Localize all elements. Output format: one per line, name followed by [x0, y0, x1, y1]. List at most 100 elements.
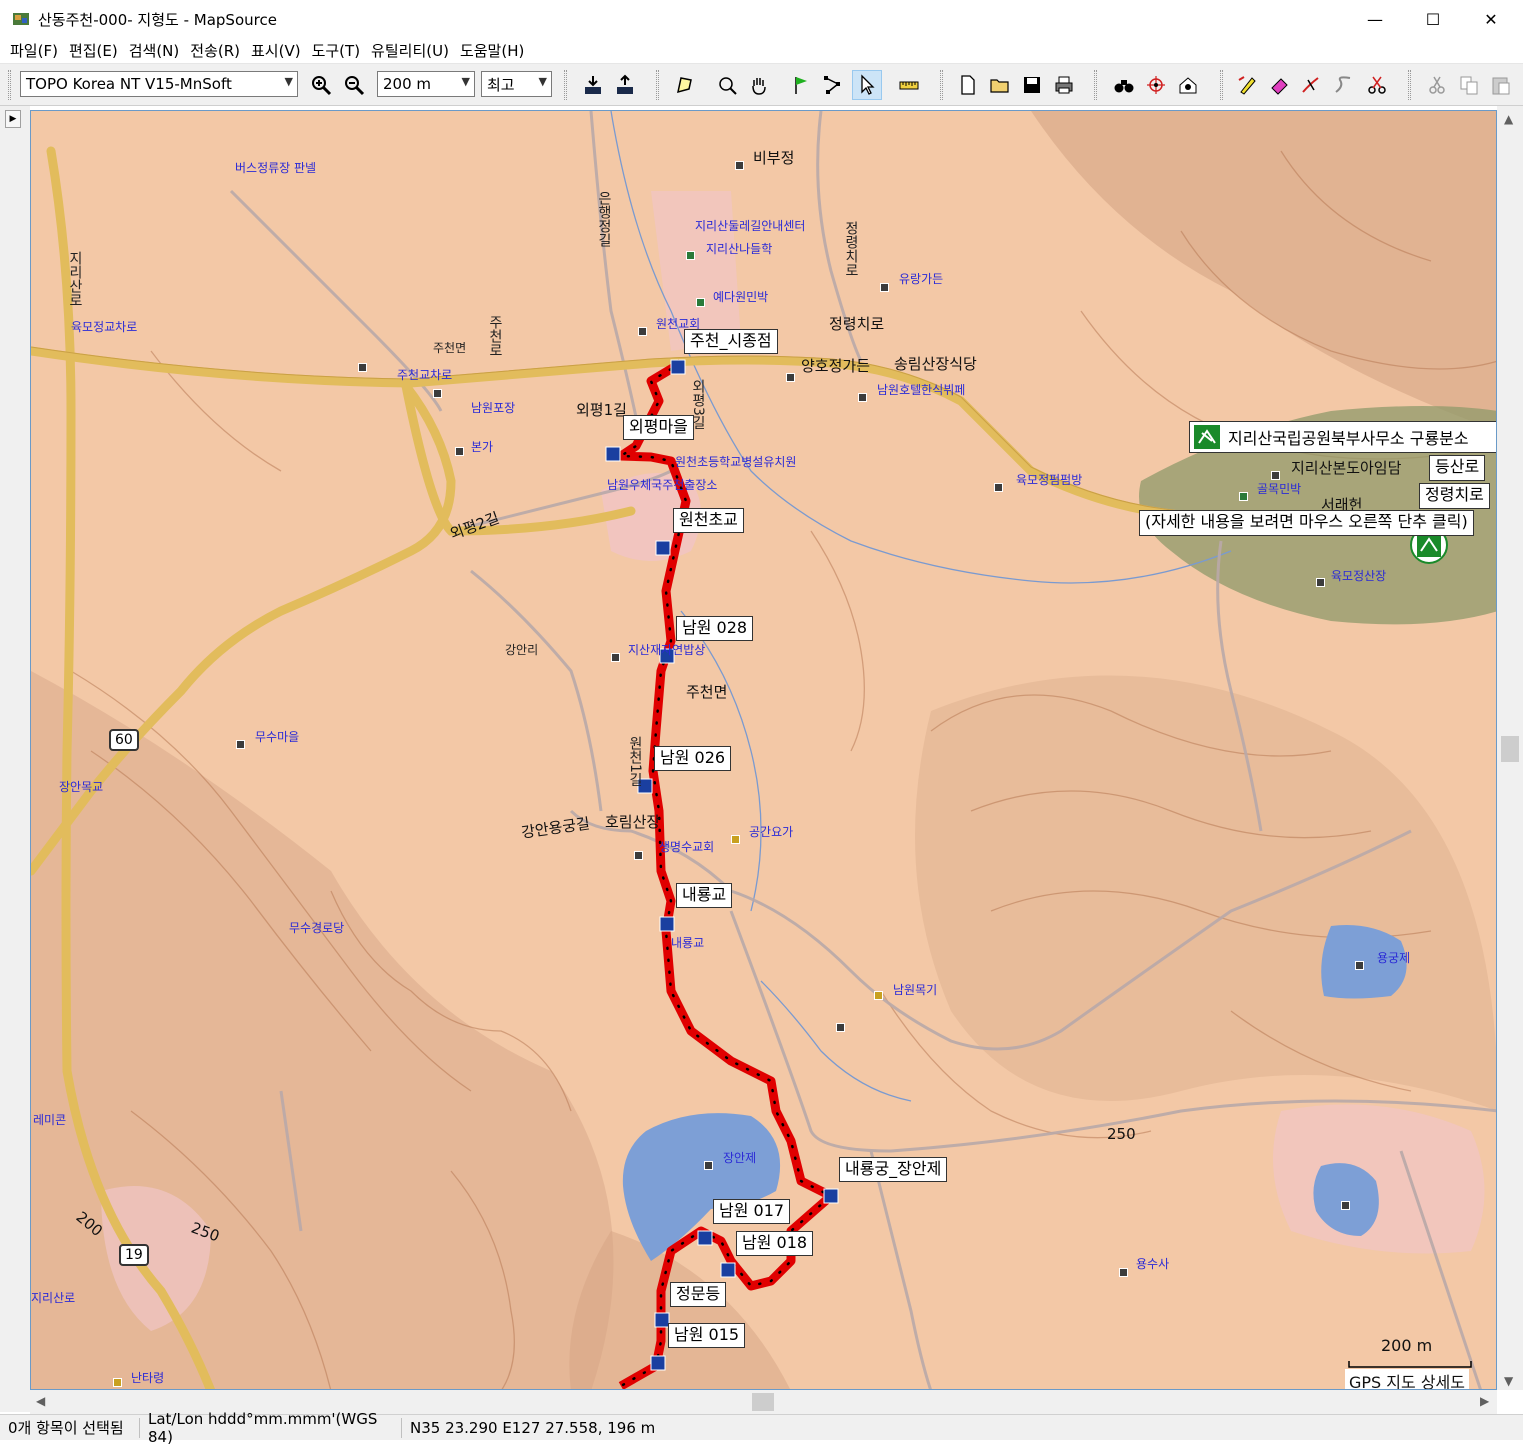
waypoint-tool-button[interactable] — [786, 70, 816, 100]
find-address-button[interactable] — [1173, 70, 1203, 100]
horizontal-scroll-thumb[interactable] — [752, 1393, 774, 1411]
road-label: 외평1길 — [576, 401, 627, 419]
menu-transfer[interactable]: 전송(R) — [188, 40, 249, 61]
toolbar-grip[interactable] — [940, 70, 943, 100]
selection-tool-button[interactable] — [852, 70, 882, 100]
waypoint-label[interactable]: 남원 015 — [668, 1323, 746, 1348]
waypoint-label[interactable]: 내룡궁_장안제 — [839, 1157, 948, 1182]
menu-tools[interactable]: 도구(T) — [310, 40, 369, 61]
toolbar-grip[interactable] — [1220, 70, 1223, 100]
poi-pin[interactable] — [686, 251, 695, 260]
close-button[interactable]: ✕ — [1462, 0, 1520, 38]
track-scissors-button[interactable] — [1362, 70, 1392, 100]
poi-pin[interactable] — [1119, 1268, 1128, 1277]
waypoint-label[interactable]: 남원 018 — [736, 1231, 814, 1256]
poi-pin[interactable] — [874, 991, 883, 1000]
poi-pin[interactable] — [1316, 578, 1325, 587]
zoom-in-button[interactable] — [306, 70, 336, 100]
waypoint-label[interactable]: 정문등 — [670, 1282, 727, 1307]
waypoint-label[interactable]: 내룡교 — [676, 883, 733, 908]
receive-from-device-button[interactable] — [578, 70, 608, 100]
copy-button[interactable] — [1454, 70, 1484, 100]
poi-pin[interactable] — [735, 161, 744, 170]
poi-pin[interactable] — [1239, 492, 1248, 501]
route-tool-button[interactable] — [818, 70, 848, 100]
send-to-device-button[interactable] — [610, 70, 640, 100]
save-button[interactable] — [1017, 70, 1047, 100]
open-file-button[interactable] — [985, 70, 1015, 100]
title-bar: 산동주천-000- 지형도 - MapSource — ☐ ✕ — [0, 0, 1523, 38]
map-product-select[interactable]: TOPO Korea NT V15-MnSoft ▼ — [20, 71, 298, 97]
new-file-button[interactable] — [953, 70, 983, 100]
waypoint-label[interactable]: 원천초교 — [673, 508, 744, 533]
waypoint-label[interactable]: 남원 028 — [676, 616, 754, 641]
track-join-button[interactable] — [1328, 70, 1358, 100]
poi-pin[interactable] — [455, 447, 464, 456]
menu-help[interactable]: 도움말(H) — [458, 40, 533, 61]
menu-file[interactable]: 파일(F) — [8, 40, 67, 61]
menu-view[interactable]: 표시(V) — [249, 40, 310, 61]
window-title: 산동주천-000- 지형도 - MapSource — [38, 10, 277, 29]
waypoint-label[interactable]: 남원 017 — [713, 1199, 791, 1224]
poi-pin[interactable] — [731, 835, 740, 844]
map-view[interactable]: 정령치로 외평1길 외평2길 강안용궁길 주천로 은행정길 외평3길 정령치로 … — [30, 110, 1497, 1390]
poi-pin[interactable] — [634, 851, 643, 860]
scroll-down-icon[interactable]: ▼ — [1504, 1374, 1513, 1388]
scroll-left-icon[interactable]: ◀ — [36, 1394, 45, 1408]
poi-pin[interactable] — [113, 1378, 122, 1387]
track-divide-button[interactable] — [1296, 70, 1326, 100]
toolbar-grip[interactable] — [1408, 70, 1411, 100]
zoom-scale-select[interactable]: 200 m ▼ — [377, 71, 475, 97]
waypoint-label[interactable]: 외평마을 — [623, 415, 694, 440]
scroll-up-icon[interactable]: ▲ — [1504, 112, 1513, 126]
poi-pin[interactable] — [704, 1161, 713, 1170]
menu-utilities[interactable]: 유틸리티(U) — [369, 40, 458, 61]
poi-pin[interactable] — [358, 363, 367, 372]
toolbar-grip[interactable] — [656, 70, 659, 100]
waypoint-label[interactable]: 남원 026 — [654, 746, 732, 771]
poi-pin[interactable] — [786, 373, 795, 382]
hand-tool-button[interactable] — [744, 70, 774, 100]
minimize-button[interactable]: — — [1346, 0, 1404, 38]
expand-panel-button[interactable]: ▶ — [5, 110, 21, 128]
poi-label: 용수사 — [1136, 1257, 1170, 1271]
paste-button[interactable] — [1486, 70, 1516, 100]
distance-tool-button[interactable] — [894, 70, 924, 100]
map-tool-button[interactable] — [670, 70, 700, 100]
highway-shield: 19 — [119, 1244, 149, 1266]
poi-pin[interactable] — [1271, 471, 1280, 480]
menu-edit[interactable]: 편집(E) — [67, 40, 127, 61]
poi-pin[interactable] — [880, 283, 889, 292]
vertical-scrollbar[interactable]: ▲ ▼ — [1497, 106, 1523, 1390]
poi-pin[interactable] — [696, 298, 705, 307]
poi-pin[interactable] — [611, 653, 620, 662]
toolbar-grip[interactable] — [1094, 70, 1097, 100]
vertical-scroll-thumb[interactable] — [1501, 736, 1519, 762]
zoom-tool-button[interactable] — [712, 70, 742, 100]
poi-pin[interactable] — [638, 327, 647, 336]
menu-search[interactable]: 검색(N) — [127, 40, 189, 61]
mapsource-app-icon — [13, 13, 29, 25]
poi-pin[interactable] — [236, 740, 245, 749]
place-label: 강안리 — [505, 643, 539, 657]
zoom-out-button[interactable] — [339, 70, 369, 100]
track-draw-button[interactable] — [1232, 70, 1262, 100]
print-button[interactable] — [1049, 70, 1079, 100]
track-erase-button[interactable] — [1264, 70, 1294, 100]
poi-pin[interactable] — [994, 483, 1003, 492]
toolbar-grip[interactable] — [564, 70, 567, 100]
find-nearest-button[interactable] — [1141, 70, 1171, 100]
poi-pin[interactable] — [836, 1023, 845, 1032]
waypoint-label[interactable]: 주천_시종점 — [684, 329, 778, 354]
zoom-out-icon — [345, 76, 365, 96]
cut-button[interactable] — [1422, 70, 1452, 100]
toolbar-grip[interactable] — [8, 70, 11, 100]
find-button[interactable] — [1109, 70, 1139, 100]
detail-level-select[interactable]: 최고 ▼ — [481, 71, 552, 97]
maximize-button[interactable]: ☐ — [1404, 0, 1462, 38]
poi-pin[interactable] — [433, 389, 442, 398]
poi-pin[interactable] — [858, 393, 867, 402]
poi-pin[interactable] — [1341, 1201, 1350, 1210]
poi-pin[interactable] — [1355, 961, 1364, 970]
scroll-right-icon[interactable]: ▶ — [1480, 1394, 1489, 1408]
